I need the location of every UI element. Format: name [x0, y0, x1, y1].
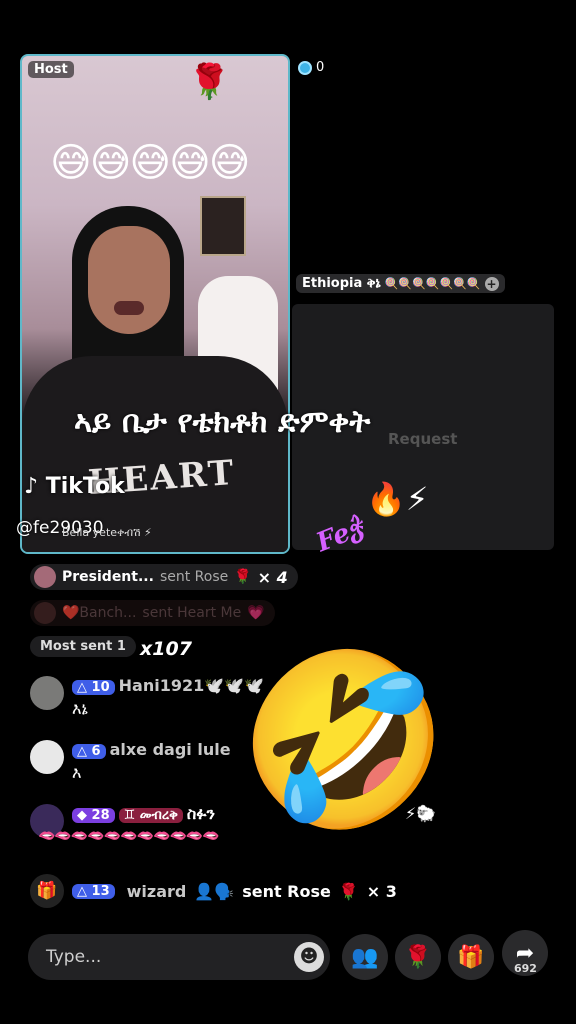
- gift-icon: 🎁: [30, 874, 64, 908]
- most-sent-number: 1: [116, 639, 126, 654]
- level-badge: ◆ 28: [72, 808, 115, 823]
- avatar: [34, 602, 56, 624]
- heart-gift-icon: 💗: [247, 605, 265, 621]
- gift-count: × 4: [257, 567, 288, 587]
- fire-sticker: 🔥⚡: [366, 480, 429, 518]
- host-badge: Host: [28, 61, 74, 78]
- emoji-icon[interactable]: ☻: [294, 942, 324, 972]
- username[interactable]: ስፉን: [187, 804, 215, 823]
- host-caption: Bella yeteቀብሽ ⚡: [62, 526, 152, 539]
- most-sent-label: Most sent: [40, 639, 113, 654]
- gift-sender: ❤️Banch...: [62, 605, 137, 621]
- rose-icon: 🌹: [404, 944, 432, 970]
- most-sent-badge: Most sent 1: [30, 636, 136, 657]
- level-badge: △ 6: [72, 744, 106, 759]
- guest-label[interactable]: Ethiopia ቅኔ 🍭🍭🍭🍭🍭🍭🍭 +: [296, 274, 505, 293]
- rose-icon: 🌹: [188, 62, 231, 102]
- most-sent-count: x107: [140, 638, 192, 660]
- host-mouth: [114, 301, 144, 315]
- gift-action: sent Rose: [159, 569, 229, 585]
- rose-icon: 🌹: [338, 881, 359, 901]
- rose-gift-button[interactable]: 🌹: [395, 934, 441, 980]
- guest-label-emojis: 🍭🍭🍭🍭🍭🍭🍭: [384, 277, 481, 290]
- username-emojis: 👤🗣️: [194, 881, 235, 901]
- viewer-count[interactable]: 0: [298, 60, 324, 75]
- username[interactable]: Hani1921: [119, 676, 205, 695]
- gift-notification[interactable]: ❤️Banch... sent Heart Me 💗: [30, 600, 275, 626]
- tiktok-logo-icon: ♪: [24, 474, 39, 499]
- level-badge: △ 10: [72, 680, 115, 695]
- gift-action: sent Heart Me: [142, 605, 242, 621]
- avatar[interactable]: [30, 676, 64, 710]
- wall-poster: [200, 196, 246, 256]
- gift-action: sent Rose: [242, 881, 331, 901]
- rofl-emoji-sticker: 🤣: [238, 642, 450, 840]
- gift-system-message[interactable]: 🎁 △ 13 wizard 👤🗣️ sent Rose 🌹 × 3: [30, 874, 397, 908]
- tiktok-watermark: ♪ TikTok: [24, 474, 125, 499]
- username[interactable]: wizard: [127, 882, 187, 901]
- gift-button[interactable]: 🎁: [448, 934, 494, 980]
- chat-comment[interactable]: △ 10 Hani1921🕊️🕊️🕊️ እኔ: [30, 676, 264, 719]
- coin-icon: [298, 60, 312, 75]
- sweat-smile-emoji-row: 😅😅😅😅😅: [50, 140, 250, 186]
- username[interactable]: alxe dagi lule: [110, 740, 231, 759]
- comment-text: እኔ: [72, 699, 88, 718]
- fan-badge: ♊ መብረቅ: [118, 808, 183, 823]
- plus-icon[interactable]: +: [484, 276, 499, 291]
- gift-notification[interactable]: President... sent Rose 🌹 × 4: [30, 564, 298, 590]
- overlay-caption: ኣይ ቤታ የቴክቶክ ድምቀት: [74, 404, 371, 440]
- comment-text: እ: [72, 763, 82, 782]
- viewer-count-value: 0: [316, 60, 325, 75]
- chat-comment[interactable]: △ 6 alxe dagi lule እ: [30, 740, 231, 783]
- host-face: [88, 226, 170, 334]
- avatar: [34, 566, 56, 588]
- gift-count: × 3: [366, 881, 397, 901]
- people-icon: 👥: [351, 944, 379, 970]
- request-button[interactable]: Request: [388, 430, 457, 448]
- guest-name: Ethiopia ቅኔ: [302, 276, 381, 291]
- tiktok-logo-text: TikTok: [45, 474, 125, 499]
- comment-input[interactable]: Type...: [46, 947, 101, 967]
- rose-icon: 🌹: [234, 569, 252, 585]
- level-badge: △ 13: [72, 883, 115, 899]
- cohost-button[interactable]: 👥: [342, 934, 388, 980]
- gift-sender: President...: [62, 569, 154, 585]
- share-count: 692: [514, 962, 537, 975]
- gift-icon: 🎁: [457, 944, 485, 970]
- avatar[interactable]: [30, 740, 64, 774]
